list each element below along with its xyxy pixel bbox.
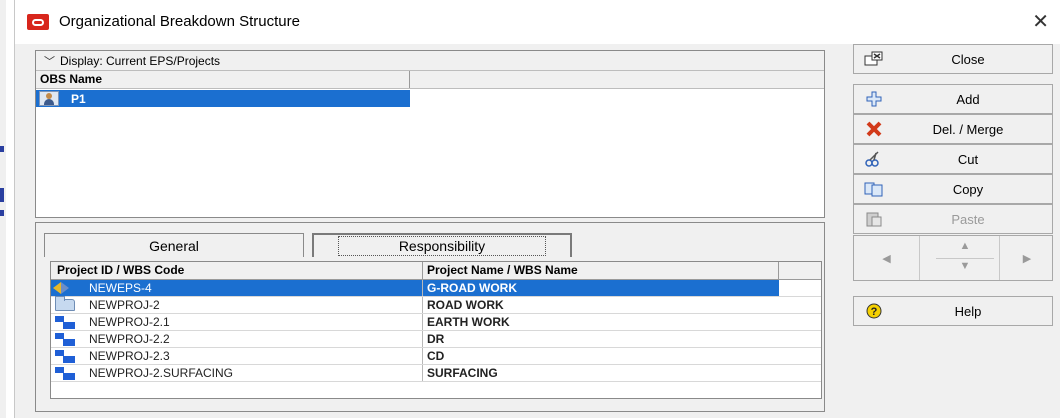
help-button-label: Help bbox=[954, 303, 982, 319]
tab-general-label: General bbox=[149, 237, 199, 254]
tab-responsibility[interactable]: Responsibility bbox=[312, 233, 572, 257]
edge-mark bbox=[0, 188, 4, 202]
wbs-icon bbox=[55, 315, 75, 329]
wbs-name: EARTH WORK bbox=[427, 315, 510, 329]
wbs-code: NEWPROJ-2.SURFACING bbox=[89, 366, 234, 380]
arrow-right-icon: ▶ bbox=[1022, 252, 1032, 265]
arrow-up-icon: ▲ bbox=[959, 240, 971, 252]
add-icon bbox=[854, 91, 894, 107]
table-row[interactable]: NEWEPS-4 G-ROAD WORK bbox=[51, 280, 821, 297]
move-down-button[interactable]: ▼ bbox=[930, 260, 1000, 272]
close-button[interactable]: Close bbox=[853, 44, 1053, 74]
close-button-label: Close bbox=[951, 51, 985, 67]
obs-name: P1 bbox=[71, 91, 86, 106]
svg-text:?: ? bbox=[871, 306, 878, 318]
obs-dialog: Organizational Breakdown Structure ✕ ﹀ D… bbox=[14, 0, 1060, 418]
edge-mark bbox=[0, 146, 4, 152]
table-row[interactable]: NEWPROJ-2.2 DR bbox=[51, 331, 821, 348]
app-logo-icon bbox=[27, 14, 49, 30]
move-up-down-group: ▲ ▼ bbox=[930, 236, 1000, 280]
move-right-button[interactable]: ▶ bbox=[1002, 236, 1052, 280]
paste-button-label: Paste bbox=[951, 211, 985, 227]
copy-button[interactable]: Copy bbox=[853, 174, 1053, 204]
move-up-button[interactable]: ▲ bbox=[930, 240, 1000, 252]
obs-header-filler bbox=[410, 71, 824, 88]
wbs-icon bbox=[55, 366, 75, 380]
delete-icon bbox=[854, 121, 894, 137]
divider bbox=[936, 258, 994, 259]
wbs-name: ROAD WORK bbox=[427, 298, 504, 312]
wbs-code: NEWPROJ-2.2 bbox=[89, 332, 170, 346]
display-filter-bar[interactable]: ﹀ Display: Current EPS/Projects bbox=[36, 51, 824, 71]
display-filter-label: Display: Current EPS/Projects bbox=[60, 53, 221, 68]
chevron-down-icon: ﹀ bbox=[44, 55, 55, 68]
arrow-left-icon: ◀ bbox=[882, 252, 891, 265]
wbs-code: NEWPROJ-2.3 bbox=[89, 349, 170, 363]
delete-merge-button[interactable]: Del. / Merge bbox=[853, 114, 1053, 144]
copy-button-label: Copy bbox=[952, 181, 984, 197]
table-row[interactable]: NEWPROJ-2.1 EARTH WORK bbox=[51, 314, 821, 331]
scissors-icon bbox=[854, 151, 894, 167]
obs-pane: ﹀ Display: Current EPS/Projects OBS Name… bbox=[35, 50, 825, 218]
close-dialog-icon bbox=[854, 51, 894, 67]
obs-column-header: OBS Name bbox=[36, 71, 824, 89]
move-controls: ◀ ▲ ▼ ▶ bbox=[853, 235, 1053, 281]
paste-button[interactable]: Paste bbox=[853, 204, 1053, 234]
copy-icon bbox=[854, 181, 894, 197]
column-header-name[interactable]: Project Name / WBS Name bbox=[423, 262, 779, 279]
tab-general[interactable]: General bbox=[44, 233, 304, 257]
obs-person-icon bbox=[39, 91, 59, 106]
wbs-code: NEWEPS-4 bbox=[89, 281, 152, 295]
wbs-icon bbox=[55, 349, 75, 363]
wbs-name: DR bbox=[427, 332, 445, 346]
window-title: Organizational Breakdown Structure bbox=[59, 13, 300, 30]
header-filler bbox=[779, 262, 821, 279]
help-button[interactable]: ? Help bbox=[853, 296, 1053, 326]
add-button-label: Add bbox=[956, 91, 980, 107]
wbs-code: NEWPROJ-2 bbox=[89, 298, 160, 312]
cut-button-label: Cut bbox=[957, 151, 979, 167]
table-row[interactable]: NEWPROJ-2.3 CD bbox=[51, 348, 821, 365]
edge-mark bbox=[0, 210, 4, 216]
wbs-name: SURFACING bbox=[427, 366, 498, 380]
eps-icon bbox=[53, 282, 75, 294]
column-header-code[interactable]: Project ID / WBS Code bbox=[51, 262, 423, 279]
details-tabs: General Responsibility bbox=[44, 233, 572, 257]
delete-merge-button-label: Del. / Merge bbox=[932, 121, 1004, 137]
project-folder-icon bbox=[55, 296, 75, 311]
obs-name-header[interactable]: OBS Name bbox=[36, 71, 410, 88]
details-pane: General Responsibility Project ID / WBS … bbox=[35, 222, 825, 412]
add-button[interactable]: Add bbox=[853, 84, 1053, 114]
wbs-icon bbox=[55, 332, 75, 346]
obs-row[interactable]: P1 bbox=[36, 90, 410, 107]
wbs-name: G-ROAD WORK bbox=[423, 280, 779, 296]
table-row[interactable]: NEWPROJ-2 ROAD WORK bbox=[51, 296, 821, 314]
background-window-edge bbox=[0, 0, 6, 418]
wbs-code: NEWPROJ-2.1 bbox=[89, 315, 170, 329]
wbs-name: CD bbox=[427, 349, 445, 363]
grid-header: Project ID / WBS Code Project Name / WBS… bbox=[51, 262, 821, 280]
move-left-button[interactable]: ◀ bbox=[854, 236, 920, 280]
tab-responsibility-label: Responsibility bbox=[337, 236, 547, 256]
help-icon: ? bbox=[854, 302, 894, 320]
cut-button[interactable]: Cut bbox=[853, 144, 1053, 174]
table-row[interactable]: NEWPROJ-2.SURFACING SURFACING bbox=[51, 365, 821, 382]
paste-icon bbox=[854, 211, 894, 227]
arrow-down-icon: ▼ bbox=[959, 260, 971, 272]
close-window-icon[interactable]: ✕ bbox=[1032, 9, 1049, 34]
responsibility-grid: Project ID / WBS Code Project Name / WBS… bbox=[50, 261, 822, 399]
title-bar: Organizational Breakdown Structure ✕ bbox=[15, 0, 1060, 44]
